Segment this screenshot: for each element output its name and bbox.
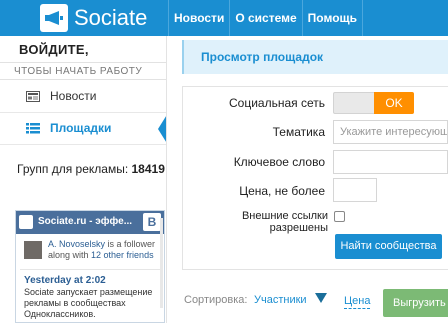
price-input[interactable] bbox=[333, 178, 377, 202]
social-network-label: Социальная сеть bbox=[229, 96, 325, 110]
top-bar: Sociate Новости О системе Помощь bbox=[0, 0, 448, 36]
sort-price[interactable]: Цена bbox=[344, 294, 371, 309]
sidebar-item-news[interactable]: Новости bbox=[0, 81, 166, 113]
follower-text: A. Novoselsky is a follower along with 1… bbox=[48, 239, 160, 261]
export-button[interactable]: Выгрузить bbox=[383, 289, 448, 317]
external-links-checkbox[interactable] bbox=[334, 211, 345, 222]
sidebar-item-label: Площадки bbox=[50, 121, 112, 135]
megaphone-icon bbox=[45, 11, 63, 25]
sort-down-icon[interactable] bbox=[315, 293, 327, 303]
login-subtitle: ЧТОБЫ НАЧАТЬ РАБОТУ bbox=[0, 62, 166, 80]
app-name[interactable]: Sociate bbox=[74, 5, 147, 31]
page-title-bar: Просмотр площадок bbox=[182, 40, 448, 74]
social-toggle-off[interactable] bbox=[333, 92, 375, 114]
widget-header: Sociate.ru - эффе... B bbox=[16, 211, 164, 234]
keyword-label: Ключевое слово bbox=[233, 155, 325, 169]
nav-help[interactable]: Помощь bbox=[301, 0, 364, 36]
keyword-input[interactable] bbox=[333, 150, 448, 174]
external-links-label: Внешние ссылки разрешены bbox=[241, 210, 328, 234]
widget-title[interactable]: Sociate.ru - эффе... bbox=[38, 216, 132, 227]
divider bbox=[20, 269, 160, 270]
post-text: Sociate запускает размещение рекламы в с… bbox=[24, 287, 153, 319]
list-icon bbox=[26, 123, 40, 134]
main-nav: Новости О системе Помощь bbox=[168, 0, 364, 36]
nav-about[interactable]: О системе bbox=[229, 0, 301, 36]
groups-stat-value: 18419 bbox=[131, 162, 165, 176]
logo[interactable] bbox=[40, 4, 68, 32]
social-widget: Sociate.ru - эффе... B A. Novoselsky is … bbox=[15, 210, 165, 323]
newspaper-icon bbox=[26, 91, 40, 102]
widget-scrollbar[interactable] bbox=[160, 218, 163, 308]
groups-stat: Групп для рекламы: 18419 bbox=[17, 162, 165, 176]
find-communities-button[interactable]: Найти сообщества bbox=[335, 234, 442, 259]
nav-news[interactable]: Новости bbox=[168, 0, 229, 36]
price-label: Цена, не более bbox=[239, 184, 325, 198]
topic-input[interactable]: Укажите интересующ bbox=[333, 120, 448, 144]
avatar[interactable] bbox=[24, 241, 42, 259]
page-title: Просмотр площадок bbox=[201, 50, 324, 64]
post-time[interactable]: Yesterday at 2:02 bbox=[24, 275, 106, 286]
social-toggle-ok[interactable]: OK bbox=[374, 92, 414, 114]
group-thumbnail[interactable] bbox=[19, 215, 33, 229]
sort-label: Сортировка: bbox=[184, 294, 248, 306]
topic-label: Тематика bbox=[272, 125, 325, 139]
login-title[interactable]: ВОЙДИТЕ, bbox=[19, 42, 89, 57]
groups-stat-label: Групп для рекламы: bbox=[17, 162, 129, 176]
sidebar-item-label: Новости bbox=[50, 89, 97, 103]
sort-members[interactable]: Участники bbox=[254, 294, 307, 306]
sidebar-item-platforms[interactable]: Площадки bbox=[0, 113, 166, 145]
follower-name[interactable]: A. Novoselsky bbox=[48, 239, 105, 249]
other-friends-link[interactable]: 12 other friends bbox=[91, 250, 154, 260]
vk-icon[interactable]: B bbox=[143, 213, 161, 231]
